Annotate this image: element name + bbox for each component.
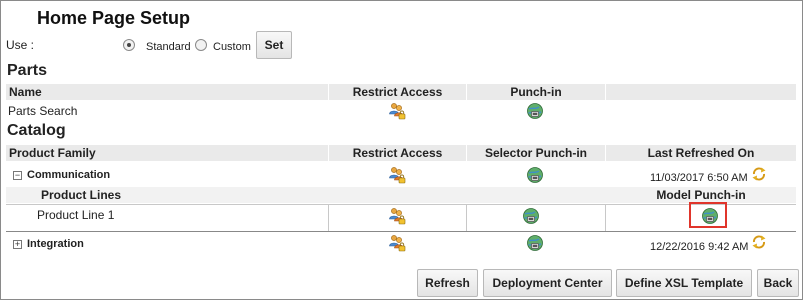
define-xsl-template-button[interactable]: Define XSL Template <box>616 269 752 297</box>
model-punch-in-highlight <box>689 202 727 228</box>
custom-radio[interactable] <box>195 39 207 51</box>
family-communication-label[interactable]: Communication <box>27 169 110 181</box>
parts-header-row: Name Restrict Access Punch-in <box>6 84 796 100</box>
parts-col-restrict-access: Restrict Access <box>352 85 443 99</box>
catalog-col-last-refreshed: Last Refreshed On <box>647 146 755 160</box>
product-line-1-label: Product Line 1 <box>37 208 115 222</box>
catalog-col-restrict-access: Restrict Access <box>352 146 443 160</box>
set-button[interactable]: Set <box>256 31 292 59</box>
catalog-header-row: Product Family Restrict Access Selector … <box>6 145 796 161</box>
users-lock-icon[interactable] <box>388 234 406 252</box>
parts-col-punch-in: Punch-in <box>510 85 562 99</box>
users-lock-icon[interactable] <box>388 102 406 120</box>
globe-punch-in-icon[interactable] <box>522 207 540 225</box>
parts-section-title: Parts <box>7 62 48 79</box>
standard-radio-label: Standard <box>146 41 191 53</box>
deployment-center-button[interactable]: Deployment Center <box>483 269 612 297</box>
family-integration-label[interactable]: Integration <box>27 238 84 250</box>
refresh-button[interactable]: Refresh <box>417 269 478 297</box>
subcol-product-lines: Product Lines <box>41 188 122 202</box>
parts-search-label: Parts Search <box>8 104 78 118</box>
parts-col-name: Name <box>9 85 42 99</box>
use-label: Use : <box>6 38 35 52</box>
custom-radio-label: Custom <box>213 41 251 53</box>
expand-icon[interactable]: + <box>13 240 22 249</box>
globe-punch-in-icon[interactable] <box>526 102 544 120</box>
back-button[interactable]: Back <box>757 269 799 297</box>
catalog-section-title: Catalog <box>7 122 66 139</box>
standard-radio[interactable] <box>123 39 135 51</box>
subcol-model-punch-in: Model Punch-in <box>656 188 746 202</box>
page-title: Home Page Setup <box>37 8 191 28</box>
catalog-col-selector-punch-in: Selector Punch-in <box>484 146 588 160</box>
integration-last-refreshed: 12/22/2016 9:42 AM <box>650 241 749 253</box>
globe-punch-in-icon[interactable] <box>526 234 544 252</box>
catalog-col-product-family: Product Family <box>9 146 96 160</box>
users-lock-icon[interactable] <box>388 166 406 184</box>
users-lock-icon[interactable] <box>388 207 406 225</box>
refresh-arrows-icon[interactable] <box>751 234 767 250</box>
product-lines-header-row: Product Lines Model Punch-in <box>6 187 796 203</box>
communication-last-refreshed: 11/03/2017 6:50 AM <box>650 172 748 184</box>
globe-punch-in-icon[interactable] <box>526 166 544 184</box>
refresh-arrows-icon[interactable] <box>751 166 767 182</box>
collapse-icon[interactable]: − <box>13 171 22 180</box>
